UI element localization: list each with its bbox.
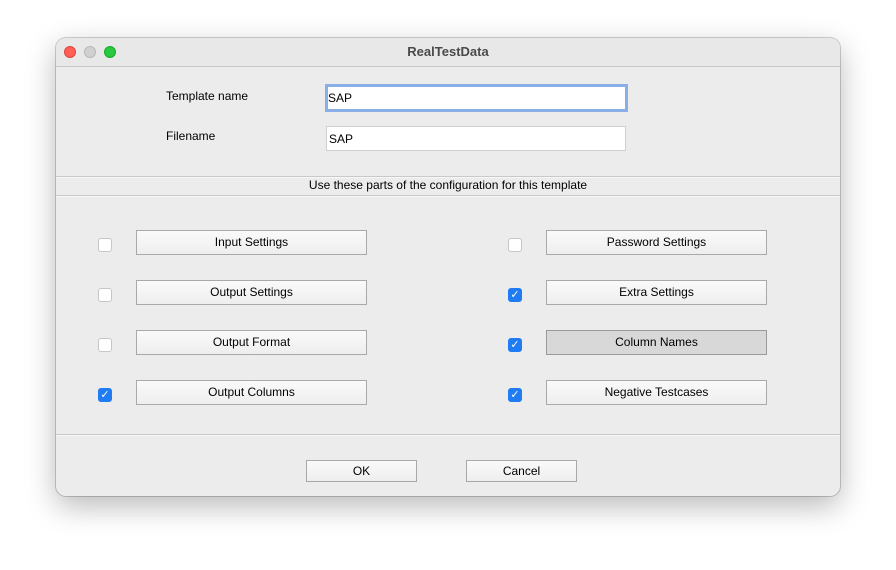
dialog-window: RealTestData Template name Filename Use … <box>56 38 840 496</box>
template-name-label: Template name <box>166 89 249 103</box>
section-title: Use these parts of the configuration for… <box>308 178 588 192</box>
checkmark-icon: ✓ <box>510 338 520 351</box>
cancel-button[interactable]: Cancel <box>466 460 577 482</box>
template-name-input[interactable] <box>325 84 628 112</box>
checkbox-input-settings[interactable] <box>98 238 112 252</box>
checkmark-icon: ✓ <box>510 388 520 401</box>
filename-label: Filename <box>166 129 216 143</box>
window-title: RealTestData <box>407 44 489 59</box>
negative-testcases-button[interactable]: Negative Testcases <box>546 380 767 405</box>
filename-input[interactable] <box>326 126 626 151</box>
title-bar: RealTestData <box>56 38 840 67</box>
separator-bottom <box>56 434 840 436</box>
checkmark-icon: ✓ <box>100 388 110 401</box>
checkmark-icon <box>99 289 111 301</box>
checkmark-icon: ✓ <box>510 288 520 301</box>
checkbox-output-settings[interactable] <box>98 288 112 302</box>
ok-button[interactable]: OK <box>306 460 417 482</box>
separator-section <box>56 195 840 197</box>
checkbox-password-settings[interactable] <box>508 238 522 252</box>
output-format-button[interactable]: Output Format <box>136 330 367 355</box>
column-names-button[interactable]: Column Names <box>546 330 767 355</box>
extra-settings-button[interactable]: Extra Settings <box>546 280 767 305</box>
output-columns-button[interactable]: Output Columns <box>136 380 367 405</box>
password-settings-button[interactable]: Password Settings <box>546 230 767 255</box>
checkbox-output-columns[interactable]: ✓ <box>98 388 112 402</box>
checkmark-icon <box>99 239 111 251</box>
checkbox-column-names[interactable]: ✓ <box>508 338 522 352</box>
checkbox-extra-settings[interactable]: ✓ <box>508 288 522 302</box>
input-settings-button[interactable]: Input Settings <box>136 230 367 255</box>
checkmark-icon <box>99 339 111 351</box>
checkmark-icon <box>509 239 521 251</box>
output-settings-button[interactable]: Output Settings <box>136 280 367 305</box>
checkbox-output-format[interactable] <box>98 338 112 352</box>
checkbox-negative-testcases[interactable]: ✓ <box>508 388 522 402</box>
